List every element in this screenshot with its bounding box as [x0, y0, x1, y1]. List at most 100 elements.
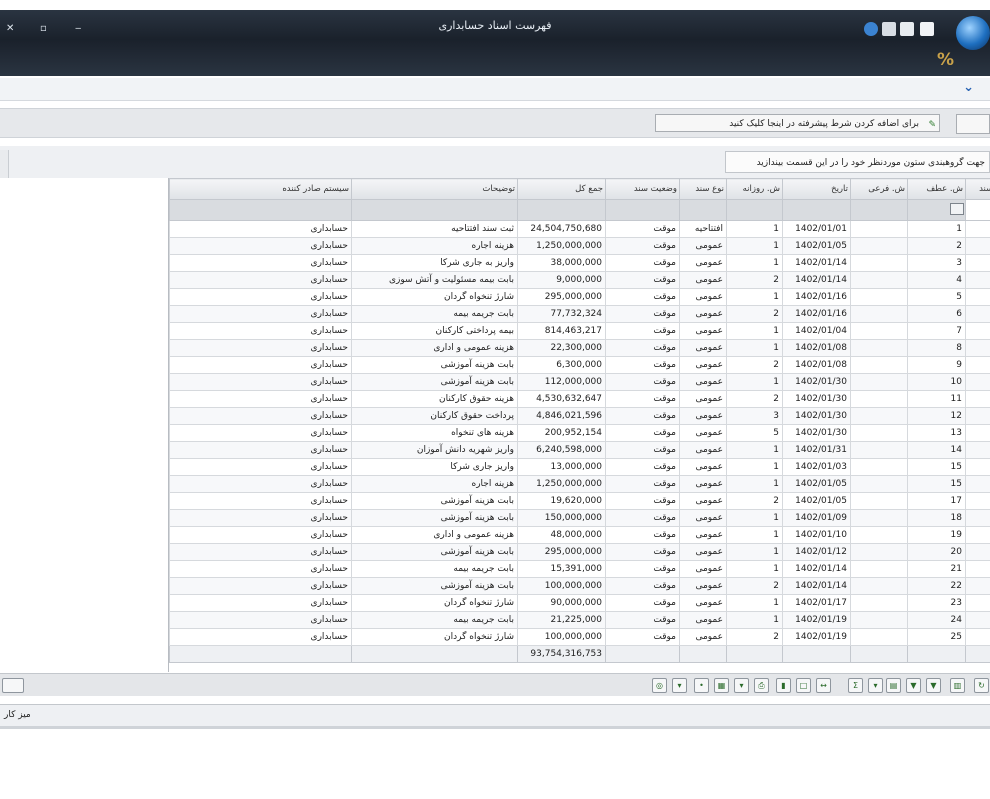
close-window-icon[interactable]: ✕ [6, 23, 14, 34]
table-row[interactable]: 22 1402/01/051عمومیموقت1,250,000,000هزینه… [169, 237, 990, 255]
column-header-doc-number[interactable]: ش. سند [965, 178, 990, 200]
minimize-window-icon[interactable]: ‒ [75, 23, 81, 34]
filter-cell[interactable] [351, 199, 518, 221]
chevron-double-down-icon[interactable]: ⌄ [963, 80, 974, 95]
cell-doc-status: موقت [605, 237, 680, 255]
cell-doc-type: عمومی [679, 611, 727, 629]
table-row[interactable]: 44 1402/01/142عمومیموقت9,000,000بابت بیمه… [169, 271, 990, 289]
bullet-icon[interactable]: • [694, 678, 709, 693]
table-row[interactable]: 1010 1402/01/301عمومیموقت112,000,000بابت … [169, 373, 990, 391]
table-row[interactable]: 33 1402/01/141عمومیموقت38,000,000واریز به… [169, 254, 990, 272]
table-row[interactable]: 2525 1402/01/192عمومیموقت100,000,000شارژ … [169, 628, 990, 646]
cell-total: 6,300,000 [517, 356, 606, 374]
help-icon[interactable] [864, 22, 878, 36]
page-setup-icon[interactable]: □ [796, 678, 811, 693]
table-row[interactable]: 55 1402/01/161عمومیموقت295,000,000شارژ تن… [169, 288, 990, 306]
advanced-filter-button[interactable]: برای اضافه کردن شرط پیشرفته در اینجا کلی… [655, 114, 940, 132]
doc-number-filter-input[interactable]: ▽ [965, 199, 990, 221]
dropdown-icon[interactable]: ▾ [672, 678, 687, 693]
cell-daily-number: 1 [726, 475, 783, 493]
column-header-total[interactable]: جمع کل [517, 178, 606, 200]
cell-sub-number [850, 611, 908, 629]
cell-description: هزینه عمومی و اداری [351, 339, 518, 357]
column-header-doc-type[interactable]: نوع سند [679, 178, 727, 200]
dropdown-icon[interactable]: ▾ [868, 678, 883, 693]
grid-layout-icon[interactable]: ▤ [886, 678, 901, 693]
cell-doc-status: موقت [605, 577, 680, 595]
filter-cell[interactable] [679, 199, 727, 221]
cell-doc-number: 4 [965, 271, 990, 289]
table-row[interactable]: 1212 1402/01/303عمومیموقت4,846,021,596پرد… [169, 407, 990, 425]
table-row[interactable]: 1313 1402/01/305عمومیموقت200,952,154هزینه… [169, 424, 990, 442]
copy-icon[interactable] [882, 22, 896, 36]
grid-settings-icon[interactable]: ▥ [950, 678, 965, 693]
print-icon[interactable]: ⎙ [754, 678, 769, 693]
cell-date: 1402/01/08 [782, 339, 851, 357]
filter-cell[interactable] [605, 199, 680, 221]
excel-export-icon[interactable]: ▦ [714, 678, 729, 693]
column-header-date[interactable]: تاریخ [782, 178, 851, 200]
table-row[interactable]: 1818 1402/01/091عمومیموقت150,000,000بابت … [169, 509, 990, 527]
new-document-icon[interactable] [920, 22, 934, 36]
column-header-daily-number[interactable]: ش. روزانه [726, 178, 783, 200]
filter-options-icon[interactable] [950, 202, 964, 215]
table-row[interactable]: 77 1402/01/041عمومیموقت814,463,217بیمه پر… [169, 322, 990, 340]
table-row[interactable]: 2121 1402/01/141عمومیموقت15,391,000بابت ج… [169, 560, 990, 578]
cell-description: بابت هزینه آموزشی [351, 373, 518, 391]
cell-reference-number: 20 [907, 543, 966, 561]
table-row[interactable]: 88 1402/01/081عمومیموقت22,300,000هزینه عم… [169, 339, 990, 357]
table-row[interactable]: 1717 1402/01/052عمومیموقت19,620,000بابت ه… [169, 492, 990, 510]
cell-doc-number: 6 [965, 305, 990, 323]
table-row[interactable]: 111402/01/011افتتاحیهموقت24,504,750,680ث… [169, 220, 990, 238]
filter-cell[interactable] [726, 199, 783, 221]
cell-issuing-system: حسابداری [169, 441, 352, 459]
cell-daily-number: 1 [726, 237, 783, 255]
table-row[interactable]: 2222 1402/01/142عمومیموقت100,000,000بابت … [169, 577, 990, 595]
table-row[interactable]: 66 1402/01/162عمومیموقت77,732,324بابت جری… [169, 305, 990, 323]
print-preview-icon[interactable]: ◎ [652, 678, 667, 693]
cell-date: 1402/01/17 [782, 594, 851, 612]
cell-total: 22,300,000 [517, 339, 606, 357]
reference-filter-cell[interactable] [907, 199, 966, 221]
dropdown-icon[interactable]: ▾ [734, 678, 749, 693]
footer-cell [850, 645, 908, 663]
column-header-sub-number[interactable]: ش. فرعی [850, 178, 908, 200]
maximize-window-icon[interactable]: ▫ [40, 23, 47, 34]
column-chooser-icon[interactable]: ▮ [776, 678, 791, 693]
cell-sub-number [850, 441, 908, 459]
table-row[interactable]: 99 1402/01/082عمومیموقت6,300,000بابت هزین… [169, 356, 990, 374]
cell-sub-number [850, 509, 908, 527]
filter-blue-icon[interactable]: ▼ [926, 678, 941, 693]
filter-clear-button[interactable] [956, 114, 990, 134]
column-header-reference-number[interactable]: ش. عطف [907, 178, 966, 200]
table-row[interactable]: 2323 1402/01/171عمومیموقت90,000,000شارژ ت… [169, 594, 990, 612]
cell-doc-number: 11 [965, 390, 990, 408]
table-row[interactable]: 1615 1402/01/051عمومیموقت1,250,000,000هزی… [169, 475, 990, 493]
filter-icon[interactable]: ▼ [906, 678, 921, 693]
toolbar-left-icon[interactable] [2, 678, 24, 693]
percent-icon[interactable]: % [937, 50, 954, 70]
cell-total: 112,000,000 [517, 373, 606, 391]
cell-doc-status: موقت [605, 628, 680, 646]
table-row[interactable]: 2020 1402/01/121عمومیموقت295,000,000بابت … [169, 543, 990, 561]
column-header-description[interactable]: توضیحات [351, 178, 518, 200]
fit-width-icon[interactable]: ↔ [816, 678, 831, 693]
table-row[interactable]: 1414 1402/01/311عمومیموقت6,240,598,000وار… [169, 441, 990, 459]
table-row[interactable]: 1515 1402/01/031عمومیموقت13,000,000واریز … [169, 458, 990, 476]
cell-daily-number: 2 [726, 390, 783, 408]
summary-icon[interactable]: Σ [848, 678, 863, 693]
cell-issuing-system: حسابداری [169, 373, 352, 391]
filter-cell[interactable] [517, 199, 606, 221]
refresh-icon[interactable]: ↻ [974, 678, 989, 693]
filter-cell[interactable] [169, 199, 352, 221]
column-header-doc-status[interactable]: وضعیت سند [605, 178, 680, 200]
cell-doc-type: افتتاحیه [679, 220, 727, 238]
table-row[interactable]: 1919 1402/01/101عمومیموقت48,000,000هزینه … [169, 526, 990, 544]
edit-icon[interactable] [900, 22, 914, 36]
filter-cell[interactable] [850, 199, 908, 221]
column-header-issuing-system[interactable]: سیستم صادر کننده [169, 178, 352, 200]
filter-cell[interactable] [782, 199, 851, 221]
table-row[interactable]: 1111 1402/01/302عمومیموقت4,530,632,647هزی… [169, 390, 990, 408]
table-row[interactable]: 2424 1402/01/191عمومیموقت21,225,000بابت ج… [169, 611, 990, 629]
cell-total: 4,530,632,647 [517, 390, 606, 408]
